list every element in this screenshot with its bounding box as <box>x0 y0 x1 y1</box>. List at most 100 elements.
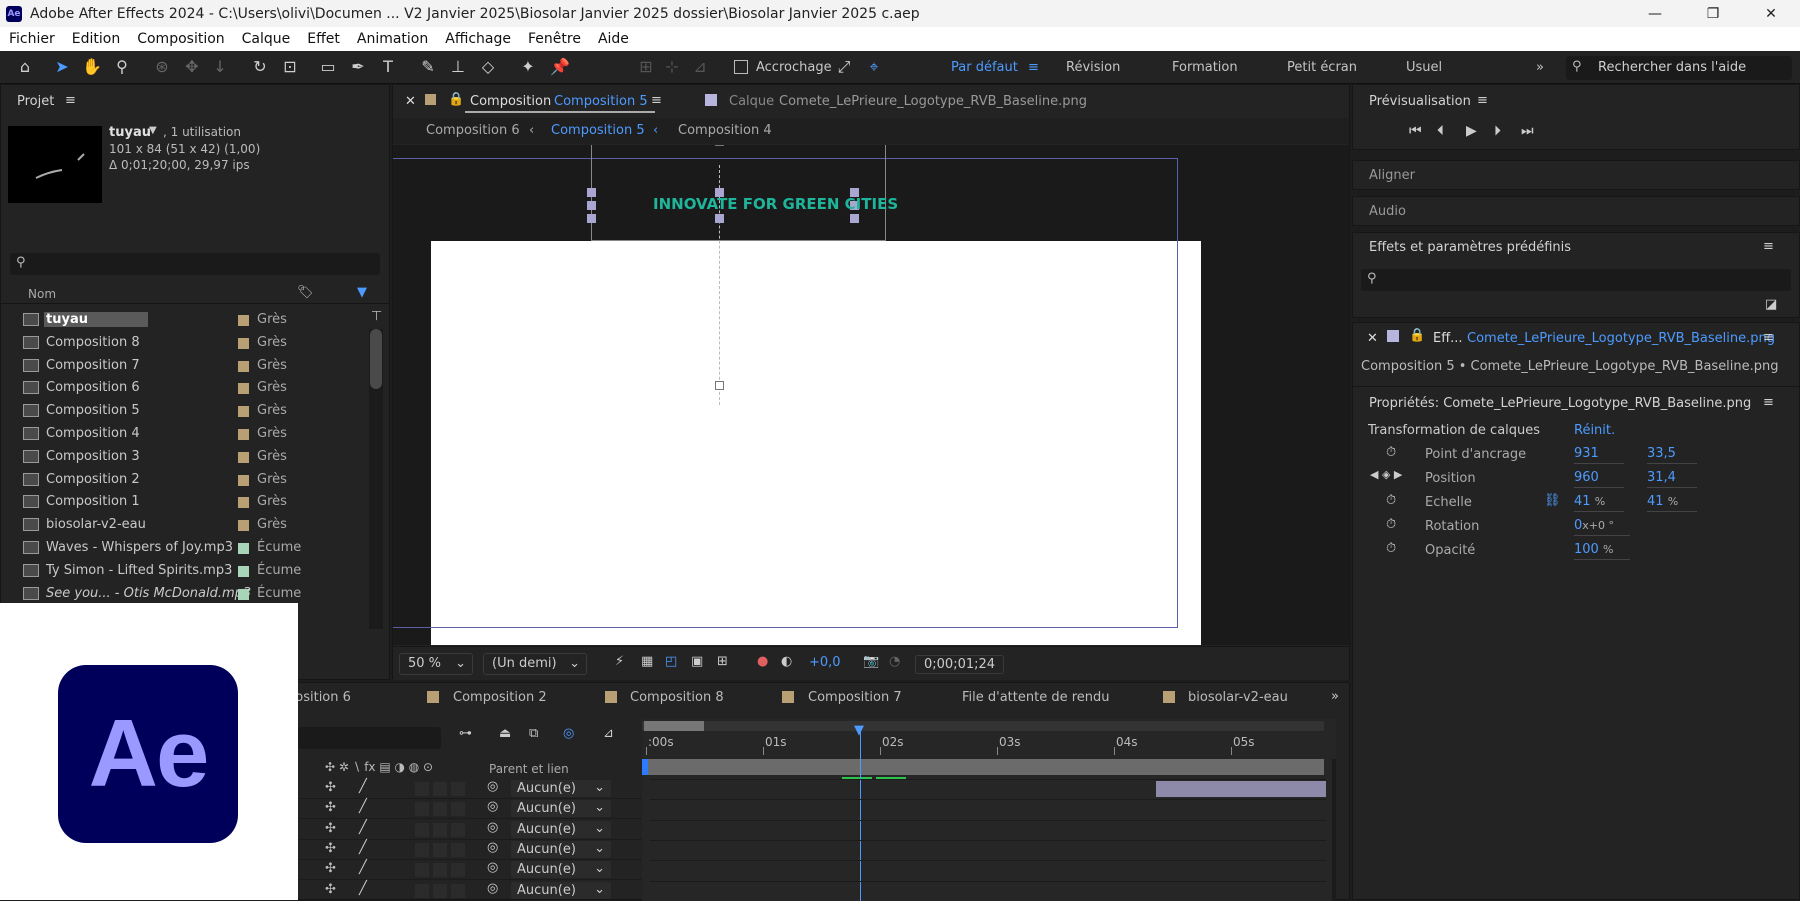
project-item[interactable]: Composition 5 Grès <box>19 400 369 422</box>
current-time-indicator[interactable] <box>860 731 861 901</box>
layer-row[interactable]: ✣ ╱ ◎ Aucun(e) ⌄ <box>297 840 643 860</box>
clone-stamp-tool-icon[interactable]: ⊥ <box>448 57 468 77</box>
audio-panel[interactable]: Audio <box>1352 196 1800 226</box>
snapshot-camera-icon[interactable]: 📷 <box>863 654 879 669</box>
zoom-select[interactable]: 50 % ⌄ <box>399 653 473 675</box>
home-icon[interactable]: ⌂ <box>15 57 35 77</box>
label-swatch[interactable] <box>238 497 249 509</box>
switch-box[interactable] <box>433 822 447 837</box>
label-swatch[interactable] <box>238 337 249 349</box>
rotate-tool-icon[interactable]: ↻ <box>250 57 270 77</box>
more-tabs-icon[interactable]: » <box>1331 689 1339 704</box>
text-tool-icon[interactable]: T <box>378 57 398 77</box>
pick-whip-icon[interactable]: ◎ <box>487 881 498 896</box>
timeline-tab-comp-7[interactable]: Composition 7 <box>808 690 902 705</box>
workspace-formation[interactable]: Formation <box>1172 60 1238 75</box>
switch-box[interactable] <box>433 863 447 878</box>
scrollbar-thumb[interactable] <box>370 329 382 389</box>
workspace-small-screen[interactable]: Petit écran <box>1287 60 1357 75</box>
close-tab-icon[interactable]: ✕ <box>405 94 416 109</box>
timeline-graph[interactable]: :00s 01s 02s 03s 04s 05s ▼ <box>642 719 1336 901</box>
timeline-scrollbar[interactable] <box>1332 759 1336 901</box>
menu-animation[interactable]: Animation <box>357 31 428 47</box>
effects-search-input[interactable]: ⚲ <box>1361 269 1791 291</box>
stopwatch-icon[interactable]: ⏱ <box>1386 493 1396 508</box>
project-panel-menu-icon[interactable]: ≡ <box>65 93 76 108</box>
pick-whip-icon[interactable]: ◎ <box>487 779 498 794</box>
label-swatch[interactable] <box>238 383 249 395</box>
scale-x[interactable]: 41 % <box>1574 494 1624 512</box>
pick-whip-icon[interactable]: ◎ <box>487 860 498 875</box>
shy-switch-icon[interactable]: ✣ <box>325 882 336 897</box>
properties-menu-icon[interactable]: ≡ <box>1763 395 1774 410</box>
close-button[interactable]: ✕ <box>1742 0 1800 27</box>
switch-box[interactable] <box>415 802 429 817</box>
path-start-handle[interactable] <box>715 145 724 146</box>
switch-box[interactable] <box>415 842 429 857</box>
align-title[interactable]: Aligner <box>1369 168 1415 183</box>
axis-local-icon[interactable]: ⊞ <box>636 57 656 77</box>
work-area-range[interactable] <box>644 721 704 731</box>
axis-view-icon[interactable]: ⊿ <box>690 57 710 77</box>
resolution-select[interactable]: (Un demi) ⌄ <box>483 653 587 675</box>
position-y[interactable]: 31,4 <box>1647 470 1697 488</box>
project-item[interactable]: tuyau Grès <box>19 309 369 331</box>
pick-whip-icon[interactable]: ◎ <box>487 840 498 855</box>
switch-box[interactable] <box>433 782 447 796</box>
stopwatch-icon[interactable]: ⏱ <box>1386 445 1396 460</box>
composition-flowchart-icon[interactable]: ⊶ <box>459 726 472 741</box>
flowchart-icon[interactable]: ⊤ <box>371 309 382 324</box>
last-frame-icon[interactable]: ⏭ <box>1521 123 1534 139</box>
shy-switch-icon[interactable]: ✣ <box>325 821 336 836</box>
parent-select[interactable]: Aucun(e) ⌄ <box>511 861 611 879</box>
shy-switch-icon[interactable]: ✣ <box>325 841 336 856</box>
mask-visibility-icon[interactable]: ◰ <box>665 654 677 669</box>
region-of-interest-icon[interactable]: ▣ <box>691 654 703 669</box>
menu-fichier[interactable]: Fichier <box>9 31 55 47</box>
switch-box[interactable] <box>415 863 429 878</box>
switch-box[interactable] <box>451 782 465 796</box>
motion-blur-icon[interactable]: ◎ <box>563 726 574 741</box>
transform-handle-br[interactable] <box>850 214 859 223</box>
viewer-tab-prefix[interactable]: Composition <box>470 94 551 109</box>
viewer-menu-icon[interactable]: ≡ <box>651 93 662 108</box>
layer-tab-prefix[interactable]: Calque <box>729 94 774 109</box>
effect-controls-menu-icon[interactable]: ≡ <box>1763 330 1774 345</box>
show-snapshot-icon[interactable]: ◔ <box>889 654 900 669</box>
viewer-tab-active[interactable]: Composition 5 <box>554 94 648 109</box>
keyframe-nav-icons[interactable]: ◀ ◈ ▶ <box>1370 468 1402 481</box>
pick-whip-icon[interactable]: ◎ <box>487 820 498 835</box>
path-end-handle[interactable] <box>715 381 724 390</box>
workspace-usuel[interactable]: Usuel <box>1406 60 1442 75</box>
quality-switch-icon[interactable]: ╱ <box>359 860 367 875</box>
work-area-bar[interactable] <box>642 721 1324 731</box>
layer-bar[interactable] <box>1156 781 1326 797</box>
opacity-value[interactable]: 100 % <box>1574 542 1630 560</box>
shy-switch-icon[interactable]: ✣ <box>325 861 336 876</box>
help-search-box[interactable]: ⚲ Rechercher dans l'aide <box>1566 56 1792 80</box>
project-item[interactable]: Composition 1 Grès <box>19 491 369 513</box>
project-item[interactable]: Composition 6 Grès <box>19 377 369 399</box>
label-swatch[interactable] <box>238 565 249 577</box>
roto-brush-tool-icon[interactable]: ✦ <box>518 57 538 77</box>
shy-layers-icon[interactable]: ⏏ <box>499 726 511 741</box>
layer-row[interactable]: ✣ ╱ ◎ Aucun(e) ⌄ <box>297 779 643 799</box>
brush-tool-icon[interactable]: ✎ <box>418 57 438 77</box>
align-panel[interactable]: Aligner <box>1352 160 1800 190</box>
color-channels-icon[interactable]: ● <box>757 654 768 669</box>
menu-affichage[interactable]: Affichage <box>445 31 511 47</box>
close-tab-icon[interactable]: ✕ <box>1367 331 1378 346</box>
exposure-value[interactable]: +0,0 <box>809 655 841 670</box>
pen-tool-icon[interactable]: ✒ <box>348 57 368 77</box>
quality-switch-icon[interactable]: ╱ <box>359 779 367 794</box>
label-swatch[interactable] <box>238 520 249 532</box>
grid-guides-icon[interactable]: ⊞ <box>717 654 728 669</box>
reset-link[interactable]: Réinit. <box>1574 423 1615 438</box>
switch-box[interactable] <box>433 802 447 817</box>
rotation-value[interactable]: 0x+0 ° <box>1574 518 1630 536</box>
label-swatch[interactable] <box>238 543 249 554</box>
timeline-tab-comp-2[interactable]: Composition 2 <box>453 690 547 705</box>
menu-effet[interactable]: Effet <box>307 31 340 47</box>
layer-row[interactable]: ✣ ╱ ◎ Aucun(e) ⌄ <box>297 799 643 820</box>
chevron-down-icon[interactable]: ▼ <box>149 125 157 136</box>
